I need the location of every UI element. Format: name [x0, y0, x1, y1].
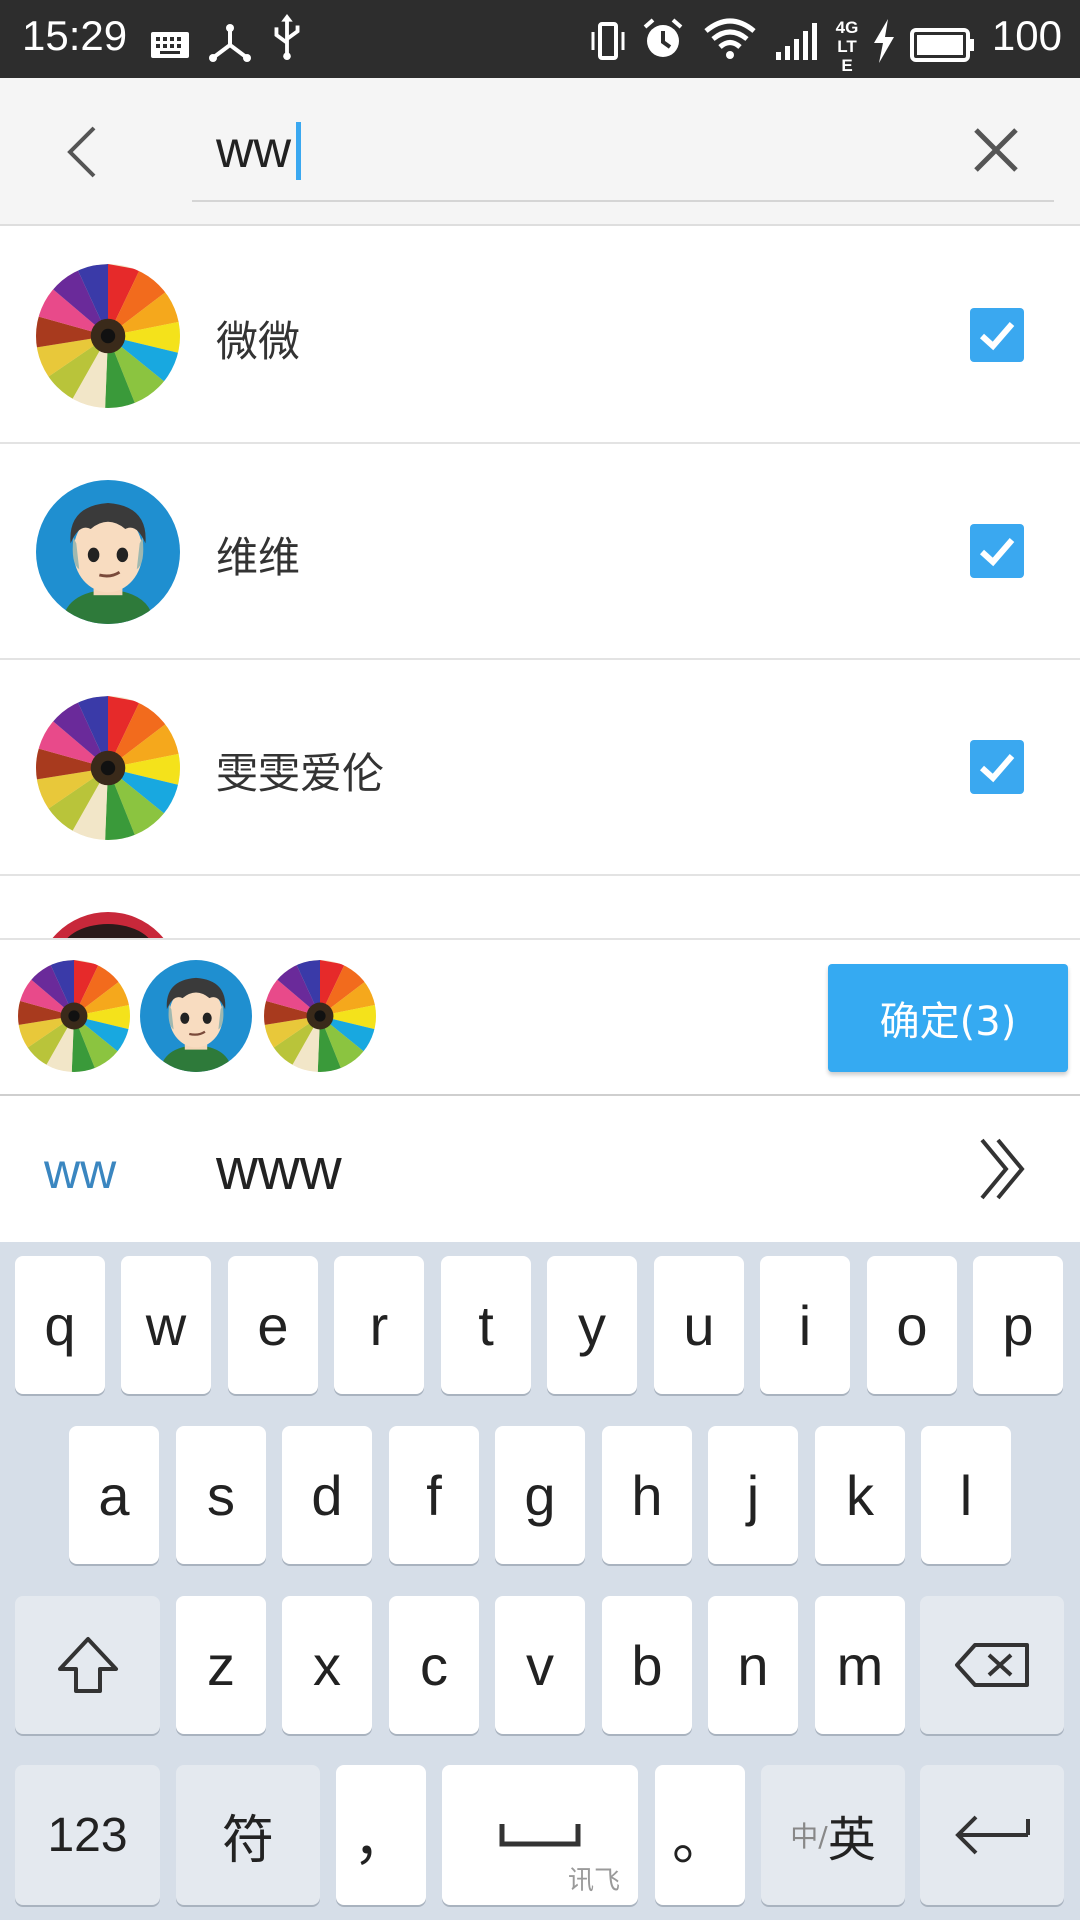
- list-item[interactable]: [0, 876, 1080, 938]
- backspace-icon: [955, 1643, 1029, 1687]
- usb-icon: [274, 14, 300, 60]
- status-time: 15:29: [22, 12, 128, 59]
- alarm-icon: [643, 18, 683, 57]
- wifi-icon: [704, 18, 756, 59]
- ime-candidate-bar: ww www: [0, 1096, 1080, 1242]
- network-type: 4G LTE: [835, 18, 859, 75]
- shift-key[interactable]: [15, 1596, 160, 1734]
- ime-brand-label: 讯飞: [567, 1866, 620, 1896]
- comma-key[interactable]: ，: [336, 1765, 426, 1905]
- key-x[interactable]: x: [282, 1596, 372, 1734]
- shift-arrow-icon: [57, 1637, 118, 1693]
- double-chevron-right-icon[interactable]: [976, 1136, 1032, 1202]
- charging-icon: [874, 19, 894, 63]
- selected-avatar[interactable]: [140, 960, 252, 1072]
- key-n[interactable]: n: [708, 1596, 798, 1734]
- key-d[interactable]: d: [282, 1426, 372, 1564]
- numbers-key[interactable]: 123: [15, 1765, 160, 1905]
- key-u[interactable]: u: [654, 1256, 744, 1394]
- confirm-button[interactable]: 确定(3): [828, 964, 1068, 1072]
- checkbox[interactable]: [970, 308, 1024, 362]
- checkbox[interactable]: [970, 524, 1024, 578]
- signal-icon: [776, 23, 817, 60]
- vibrate-icon: [591, 22, 625, 60]
- avatar: [36, 696, 180, 840]
- candidate-word[interactable]: www: [216, 1136, 342, 1203]
- language-switch-primary: 英: [827, 1812, 876, 1868]
- checkmark-icon: [979, 322, 1015, 351]
- selected-avatar[interactable]: [18, 960, 130, 1072]
- key-a[interactable]: a: [69, 1426, 159, 1564]
- composing-text: ww: [44, 1143, 117, 1199]
- back-arrow-icon[interactable]: [56, 120, 106, 184]
- checkbox[interactable]: [970, 740, 1024, 794]
- battery-level: 100: [991, 12, 1062, 59]
- symbols-key[interactable]: 符: [176, 1765, 320, 1905]
- selection-bar: 确定(3): [0, 938, 1080, 1096]
- key-s[interactable]: s: [176, 1426, 266, 1564]
- key-v[interactable]: v: [495, 1596, 585, 1734]
- avatar: [36, 912, 180, 938]
- key-l[interactable]: l: [921, 1426, 1011, 1564]
- keyboard-icon: [151, 32, 189, 58]
- key-h[interactable]: h: [602, 1426, 692, 1564]
- key-e[interactable]: e: [228, 1256, 318, 1394]
- checkmark-icon: [979, 754, 1015, 783]
- language-switch-secondary: 中/: [790, 1820, 828, 1853]
- contact-name: 微微: [216, 317, 301, 366]
- avatar: [36, 480, 180, 624]
- list-item[interactable]: 雯雯爱伦: [0, 660, 1080, 876]
- checkmark-icon: [979, 538, 1015, 567]
- search-input[interactable]: ww: [216, 120, 291, 180]
- key-i[interactable]: i: [760, 1256, 850, 1394]
- battery-icon: [910, 28, 974, 62]
- key-j[interactable]: j: [708, 1426, 798, 1564]
- avatar: [36, 264, 180, 408]
- key-b[interactable]: b: [602, 1596, 692, 1734]
- share-icon: [209, 24, 251, 62]
- key-o[interactable]: o: [867, 1256, 957, 1394]
- key-t[interactable]: t: [441, 1256, 531, 1394]
- key-g[interactable]: g: [495, 1426, 585, 1564]
- search-header: ww: [0, 78, 1080, 226]
- text-cursor: [296, 122, 301, 180]
- search-underline: [192, 200, 1054, 202]
- key-q[interactable]: q: [15, 1256, 105, 1394]
- contact-name: 雯雯爱伦: [216, 749, 385, 798]
- key-w[interactable]: w: [121, 1256, 211, 1394]
- language-switch-key[interactable]: 中/ 英: [761, 1765, 905, 1905]
- contact-name: 维维: [216, 533, 301, 582]
- space-bar-icon: [499, 1824, 581, 1847]
- key-c[interactable]: c: [389, 1596, 479, 1734]
- list-item[interactable]: 维维: [0, 444, 1080, 660]
- key-f[interactable]: f: [389, 1426, 479, 1564]
- enter-key[interactable]: [920, 1765, 1064, 1905]
- key-m[interactable]: m: [815, 1596, 905, 1734]
- enter-arrow-icon: [955, 1815, 1030, 1855]
- key-r[interactable]: r: [334, 1256, 424, 1394]
- key-p[interactable]: p: [973, 1256, 1063, 1394]
- soft-keyboard: q w e r t y u i o p a s d f g h j k l z …: [0, 1242, 1080, 1920]
- key-k[interactable]: k: [815, 1426, 905, 1564]
- selected-avatar[interactable]: [264, 960, 376, 1072]
- space-key[interactable]: 讯飞: [442, 1765, 638, 1905]
- period-key[interactable]: 。: [655, 1765, 745, 1905]
- close-icon[interactable]: [970, 124, 1022, 176]
- list-item[interactable]: 微微: [0, 228, 1080, 444]
- key-y[interactable]: y: [547, 1256, 637, 1394]
- key-z[interactable]: z: [176, 1596, 266, 1734]
- backspace-key[interactable]: [920, 1596, 1064, 1734]
- status-bar: 15:29 4G LTE 100: [0, 0, 1080, 78]
